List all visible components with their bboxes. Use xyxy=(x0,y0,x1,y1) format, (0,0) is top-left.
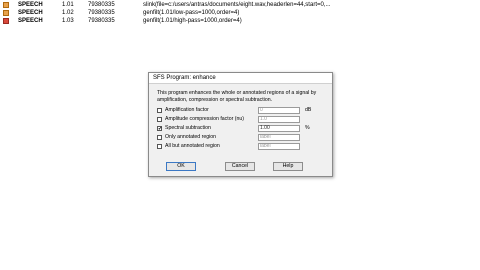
speech-item-icon xyxy=(3,2,9,8)
option-label: Only annotated region xyxy=(165,134,217,140)
cancel-button[interactable]: Cancel xyxy=(225,162,255,171)
compression-checkbox[interactable] xyxy=(157,117,162,122)
option-label: Spectral subtraction xyxy=(165,125,211,131)
item-date: 79380335 xyxy=(88,18,115,24)
enhance-dialog: SFS Program: enhance This program enhanc… xyxy=(148,72,333,177)
spectral-subtraction-field[interactable]: 1.00 xyxy=(258,125,300,132)
dialog-title: SFS Program: enhance xyxy=(153,75,216,81)
all-but-annotated-field[interactable]: label xyxy=(258,143,300,150)
speech-item-icon xyxy=(3,18,9,24)
amplification-checkbox[interactable] xyxy=(157,108,162,113)
all-but-annotated-checkbox[interactable] xyxy=(157,144,162,149)
only-annotated-checkbox[interactable] xyxy=(157,135,162,140)
speech-item-icon xyxy=(3,10,9,16)
item-name: SPEECH xyxy=(18,18,43,24)
only-annotated-field[interactable]: label xyxy=(258,134,300,141)
spectral-subtraction-unit: % xyxy=(305,125,310,131)
list-item[interactable]: SPEECH 1.03 79380335 genfilt(1.01/high-p… xyxy=(0,17,480,26)
dialog-description: This program enhances the whole or annot… xyxy=(157,90,317,103)
dialog-titlebar[interactable]: SFS Program: enhance xyxy=(149,73,332,84)
spectral-subtraction-checkbox[interactable]: ✔ xyxy=(157,126,162,132)
help-button[interactable]: Help xyxy=(273,162,303,171)
option-label: Amplification factor xyxy=(165,107,209,113)
item-version: 1.03 xyxy=(62,18,74,24)
item-command: genfilt(1.01/high-pass=1000,order=4) xyxy=(143,18,242,24)
amplification-unit: dB xyxy=(305,107,312,113)
amplification-field[interactable]: 0 xyxy=(258,107,300,114)
ok-button[interactable]: OK xyxy=(166,162,196,171)
option-label: All but annotated region xyxy=(165,143,220,149)
option-label: Amplitude compression factor (nu) xyxy=(165,116,244,122)
compression-field[interactable]: 1.0 xyxy=(258,116,300,123)
